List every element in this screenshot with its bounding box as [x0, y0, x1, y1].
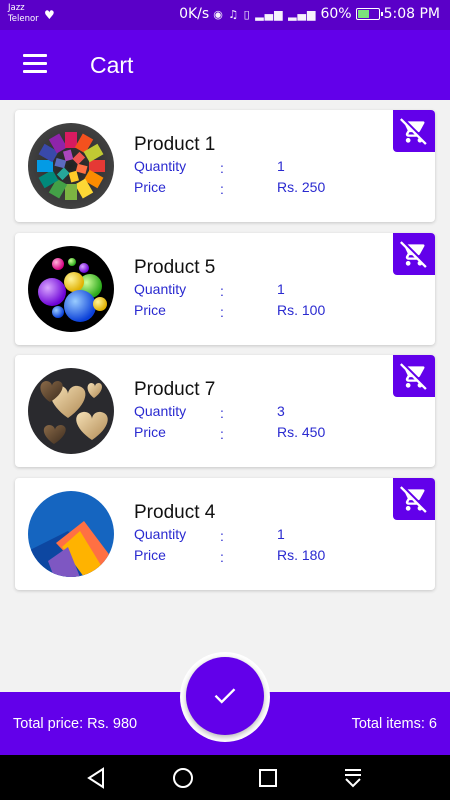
remove-from-cart-icon[interactable]: [393, 232, 435, 275]
total-price: Total price: Rs. 980: [13, 716, 138, 732]
cart-item: Product 7 Quantity : 3 Price : Rs. 450: [15, 355, 435, 467]
separator: :: [220, 160, 224, 176]
app-bar: Cart: [0, 30, 450, 100]
back-icon[interactable]: [84, 765, 110, 791]
product-image: [28, 368, 114, 454]
quantity-label: Quantity: [134, 525, 187, 542]
quantity-label: Quantity: [134, 403, 187, 419]
product-name: Product 4: [134, 501, 216, 523]
battery-fill: [357, 10, 369, 18]
price-label: Price: [134, 546, 166, 563]
price-value: Rs. 180: [277, 546, 326, 563]
notification-pull-down-icon[interactable]: [340, 765, 366, 791]
remove-from-cart-icon[interactable]: [393, 355, 435, 397]
quantity-value: 1: [277, 525, 285, 542]
quantity-value: 1: [277, 158, 285, 174]
separator: :: [220, 405, 224, 421]
price-label: Price: [134, 179, 166, 195]
price-value: Rs. 250: [277, 179, 326, 195]
page-title: Cart: [90, 52, 134, 78]
separator: :: [220, 303, 224, 320]
cart-item: Product 4 Quantity : 1 Price : Rs. 180: [15, 477, 435, 590]
product-image: [28, 123, 114, 209]
hamburger-menu-icon[interactable]: [23, 54, 47, 74]
system-nav-bar: [0, 755, 450, 800]
carrier-line-1: Jazz: [8, 3, 25, 13]
quantity-value: 1: [277, 280, 285, 297]
price-value: Rs. 450: [277, 424, 326, 440]
status-indicators: 0K/s ◉ ♫ ▯ ▂▄▆ ▂▄▆ 60% 5:08 PM: [179, 6, 440, 22]
battery-icon: [355, 8, 383, 20]
product-name: Product 7: [134, 379, 216, 400]
cart-list: Product 1 Quantity : 1 Price : Rs. 250 P…: [15, 110, 435, 600]
product-name: Product 5: [134, 256, 216, 278]
product-name: Product 1: [134, 134, 216, 155]
carrier-line-2: Telenor: [8, 14, 39, 24]
signal-icons: ◉ ♫ ▯ ▂▄▆ ▂▄▆: [213, 7, 317, 21]
separator: :: [220, 426, 224, 442]
recent-apps-icon[interactable]: [255, 765, 281, 791]
price-label: Price: [134, 424, 166, 440]
quantity-value: 3: [277, 403, 285, 419]
health-heart-icon: ♥: [44, 8, 55, 22]
remove-from-cart-icon[interactable]: [393, 110, 435, 152]
quantity-label: Quantity: [134, 280, 187, 297]
price-value: Rs. 100: [277, 301, 326, 318]
remove-from-cart-icon[interactable]: [393, 477, 435, 520]
home-icon[interactable]: [170, 765, 196, 791]
network-speed: 0K/s: [179, 6, 210, 22]
product-image: [28, 490, 114, 577]
clock: 5:08 PM: [383, 6, 440, 22]
separator: :: [220, 527, 224, 544]
total-items: Total items: 6: [351, 716, 437, 732]
status-bar: Jazz Telenor ♥ 0K/s ◉ ♫ ▯ ▂▄▆ ▂▄▆ 60% 5:…: [0, 0, 450, 30]
separator: :: [220, 181, 224, 197]
battery-percent: 60%: [320, 6, 352, 22]
quantity-label: Quantity: [134, 158, 187, 174]
separator: :: [220, 282, 224, 299]
checkmark-icon: [214, 688, 236, 704]
product-image: [28, 245, 114, 332]
cart-item: Product 5 Quantity : 1 Price : Rs. 100: [15, 232, 435, 345]
carrier-name: Jazz Telenor: [8, 3, 39, 25]
cart-item: Product 1 Quantity : 1 Price : Rs. 250: [15, 110, 435, 222]
separator: :: [220, 548, 224, 565]
checkout-button[interactable]: [186, 657, 264, 735]
price-label: Price: [134, 301, 166, 318]
